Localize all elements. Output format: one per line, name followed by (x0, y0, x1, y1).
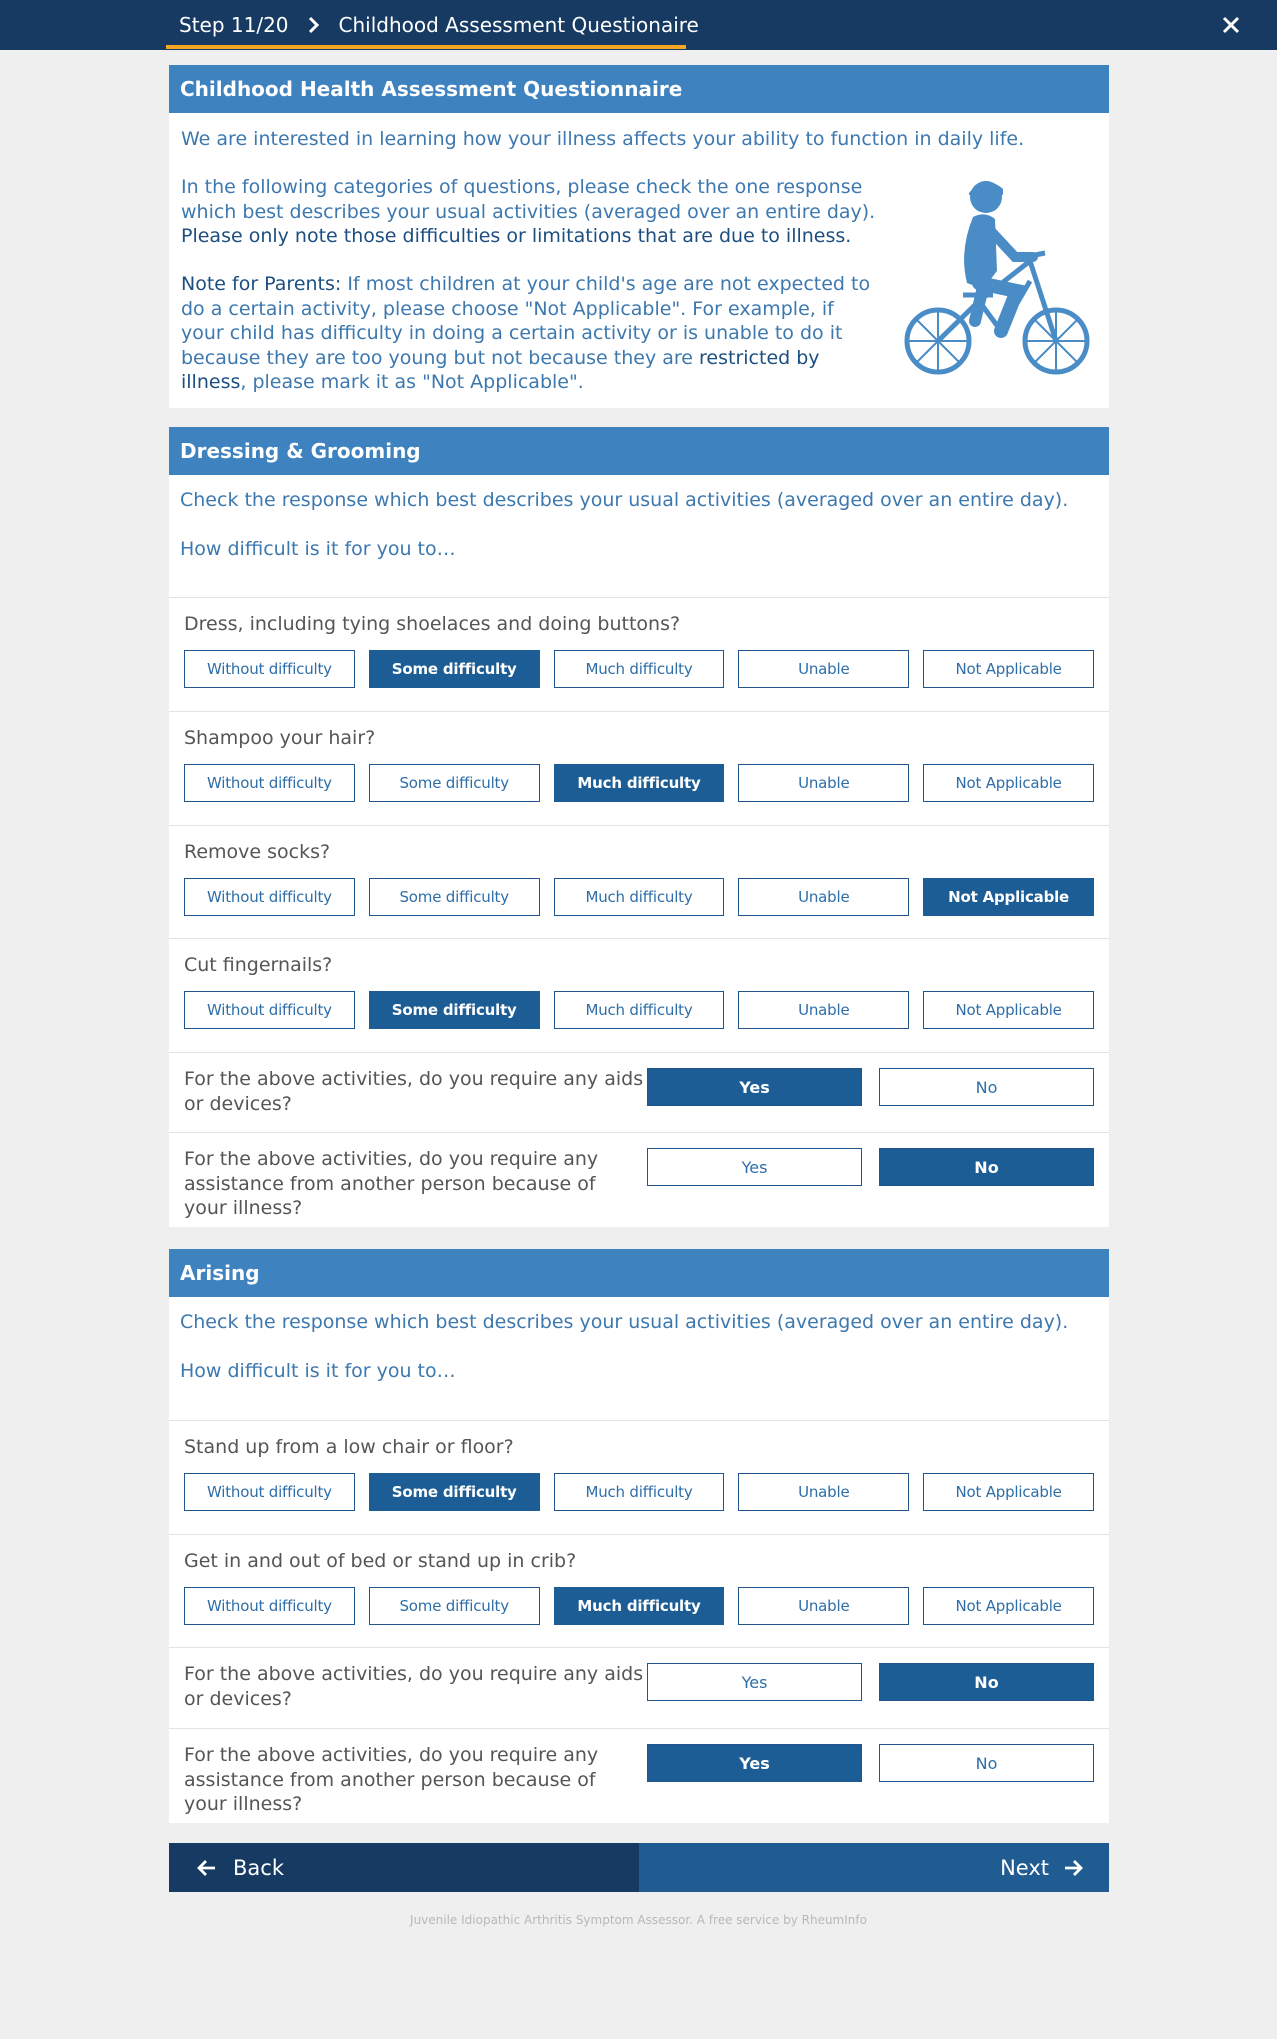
question-row: Shampoo your hair? Without difficulty Som… (169, 711, 1109, 825)
question-text: Dress, including tying shoelaces and doi… (184, 613, 681, 635)
yes-button[interactable]: Yes (647, 1068, 862, 1106)
option-not-applicable-button[interactable]: Not Applicable (923, 991, 1094, 1029)
option-some-difficulty-button[interactable]: Some difficulty (368, 1473, 540, 1511)
section-instruction: Check the response which best describes … (180, 1311, 1069, 1333)
aids-question-row: For the above activities, do you require… (169, 1647, 1109, 1728)
option-some-difficulty-button[interactable]: Some difficulty (368, 650, 540, 688)
option-group: Without difficulty Some difficulty Much di… (184, 764, 1094, 802)
yes-button[interactable]: Yes (647, 1148, 862, 1186)
option-some-difficulty-button[interactable]: Some difficulty (368, 878, 540, 916)
back-button[interactable]: Back (169, 1843, 639, 1892)
question-text: For the above activities, do you require… (184, 1148, 599, 1219)
next-label: Next (1000, 1855, 1049, 1880)
question-text: Shampoo your hair? (184, 727, 376, 749)
option-not-applicable-button[interactable]: Not Applicable (923, 1587, 1094, 1625)
option-not-applicable-button[interactable]: Not Applicable (923, 764, 1094, 802)
no-button[interactable]: No (879, 1148, 1094, 1186)
option-some-difficulty-button[interactable]: Some difficulty (368, 1587, 540, 1625)
footer-text: Juvenile Idiopathic Arthritis Symptom As… (410, 1913, 867, 1927)
page-title: Childhood Assessment Questionaire (338, 13, 699, 37)
no-button[interactable]: No (879, 1663, 1094, 1701)
dressing-grooming-panel: Dressing & Grooming Check the response w… (169, 427, 1109, 1227)
option-much-difficulty-button[interactable]: Much difficulty (553, 764, 725, 802)
back-label: Back (233, 1855, 284, 1880)
no-button[interactable]: No (879, 1744, 1094, 1782)
chevron-right-icon (305, 16, 323, 34)
question-text: For the above activities, do you require… (184, 1068, 644, 1115)
option-group: Without difficulty Some difficulty Much di… (184, 991, 1094, 1029)
question-text: For the above activities, do you require… (184, 1744, 599, 1815)
question-text: Stand up from a low chair or floor? (184, 1436, 514, 1458)
assistance-question-row: For the above activities, do you require… (169, 1132, 1109, 1239)
intro-panel: Childhood Health Assessment Questionnair… (169, 65, 1109, 408)
no-button[interactable]: No (879, 1068, 1094, 1106)
arrow-right-icon (1063, 1859, 1083, 1877)
section-prompt: How difficult is it for you to… (180, 538, 456, 560)
option-unable-button[interactable]: Unable (738, 878, 910, 916)
close-icon[interactable] (1217, 11, 1245, 39)
option-without-difficulty-button[interactable]: Without difficulty (184, 650, 355, 688)
option-unable-button[interactable]: Unable (738, 764, 910, 802)
question-row: Get in and out of bed or stand up in cri… (169, 1534, 1109, 1647)
option-without-difficulty-button[interactable]: Without difficulty (184, 1473, 355, 1511)
navigation-bar: Back Next (169, 1843, 1109, 1892)
section-instruction: Check the response which best describes … (180, 489, 1069, 511)
intro-paragraph-1: We are interested in learning how your i… (181, 128, 1025, 150)
arrow-left-icon (197, 1859, 217, 1877)
question-row: Stand up from a low chair or floor? With… (169, 1420, 1109, 1534)
option-without-difficulty-button[interactable]: Without difficulty (184, 1587, 355, 1625)
option-group: Without difficulty Some difficulty Much di… (184, 1587, 1094, 1625)
section-header: Arising (169, 1249, 1109, 1297)
assistance-question-row: For the above activities, do you require… (169, 1728, 1109, 1828)
child-bicycle-icon (897, 171, 1097, 387)
option-unable-button[interactable]: Unable (738, 650, 910, 688)
option-not-applicable-button[interactable]: Not Applicable (923, 878, 1094, 916)
aids-question-row: For the above activities, do you require… (169, 1052, 1109, 1132)
option-not-applicable-button[interactable]: Not Applicable (923, 650, 1094, 688)
question-row: Cut fingernails? Without difficulty Some … (169, 938, 1109, 1052)
option-unable-button[interactable]: Unable (738, 1473, 910, 1511)
option-much-difficulty-button[interactable]: Much difficulty (553, 1587, 725, 1625)
section-prompt: How difficult is it for you to… (180, 1360, 456, 1382)
option-group: Without difficulty Some difficulty Much di… (184, 1473, 1094, 1511)
question-row: Dress, including tying shoelaces and doi… (169, 597, 1109, 711)
option-much-difficulty-button[interactable]: Much difficulty (553, 878, 725, 916)
option-some-difficulty-button[interactable]: Some difficulty (368, 764, 540, 802)
intro-header: Childhood Health Assessment Questionnair… (169, 65, 1109, 113)
option-much-difficulty-button[interactable]: Much difficulty (553, 1473, 725, 1511)
option-group: Without difficulty Some difficulty Much di… (184, 878, 1094, 916)
intro-paragraph-3: Note for Parents: If most children at yo… (181, 273, 871, 393)
option-group: Without difficulty Some difficulty Much di… (184, 650, 1094, 688)
top-bar: Step 11/20 Childhood Assessment Question… (0, 0, 1277, 50)
option-without-difficulty-button[interactable]: Without difficulty (184, 764, 355, 802)
option-without-difficulty-button[interactable]: Without difficulty (184, 878, 355, 916)
section-header: Dressing & Grooming (169, 427, 1109, 475)
option-unable-button[interactable]: Unable (738, 1587, 910, 1625)
question-text: Remove socks? (184, 841, 331, 863)
option-unable-button[interactable]: Unable (738, 991, 910, 1029)
yes-button[interactable]: Yes (647, 1744, 862, 1782)
breadcrumb: Step 11/20 Childhood Assessment Question… (179, 0, 699, 50)
option-much-difficulty-button[interactable]: Much difficulty (553, 991, 725, 1029)
step-indicator: Step 11/20 (179, 13, 289, 37)
next-button[interactable]: Next (639, 1843, 1109, 1892)
yes-button[interactable]: Yes (647, 1663, 862, 1701)
question-row: Remove socks? Without difficulty Some dif… (169, 825, 1109, 938)
question-text: Cut fingernails? (184, 954, 333, 976)
question-text: Get in and out of bed or stand up in cri… (184, 1550, 577, 1572)
arising-panel: Arising Check the response which best de… (169, 1249, 1109, 1823)
question-text: For the above activities, do you require… (184, 1663, 644, 1710)
option-some-difficulty-button[interactable]: Some difficulty (368, 991, 540, 1029)
option-not-applicable-button[interactable]: Not Applicable (923, 1473, 1094, 1511)
intro-paragraph-2: In the following categories of questions… (181, 176, 876, 247)
option-without-difficulty-button[interactable]: Without difficulty (184, 991, 355, 1029)
progress-underline (166, 45, 686, 49)
option-much-difficulty-button[interactable]: Much difficulty (553, 650, 725, 688)
